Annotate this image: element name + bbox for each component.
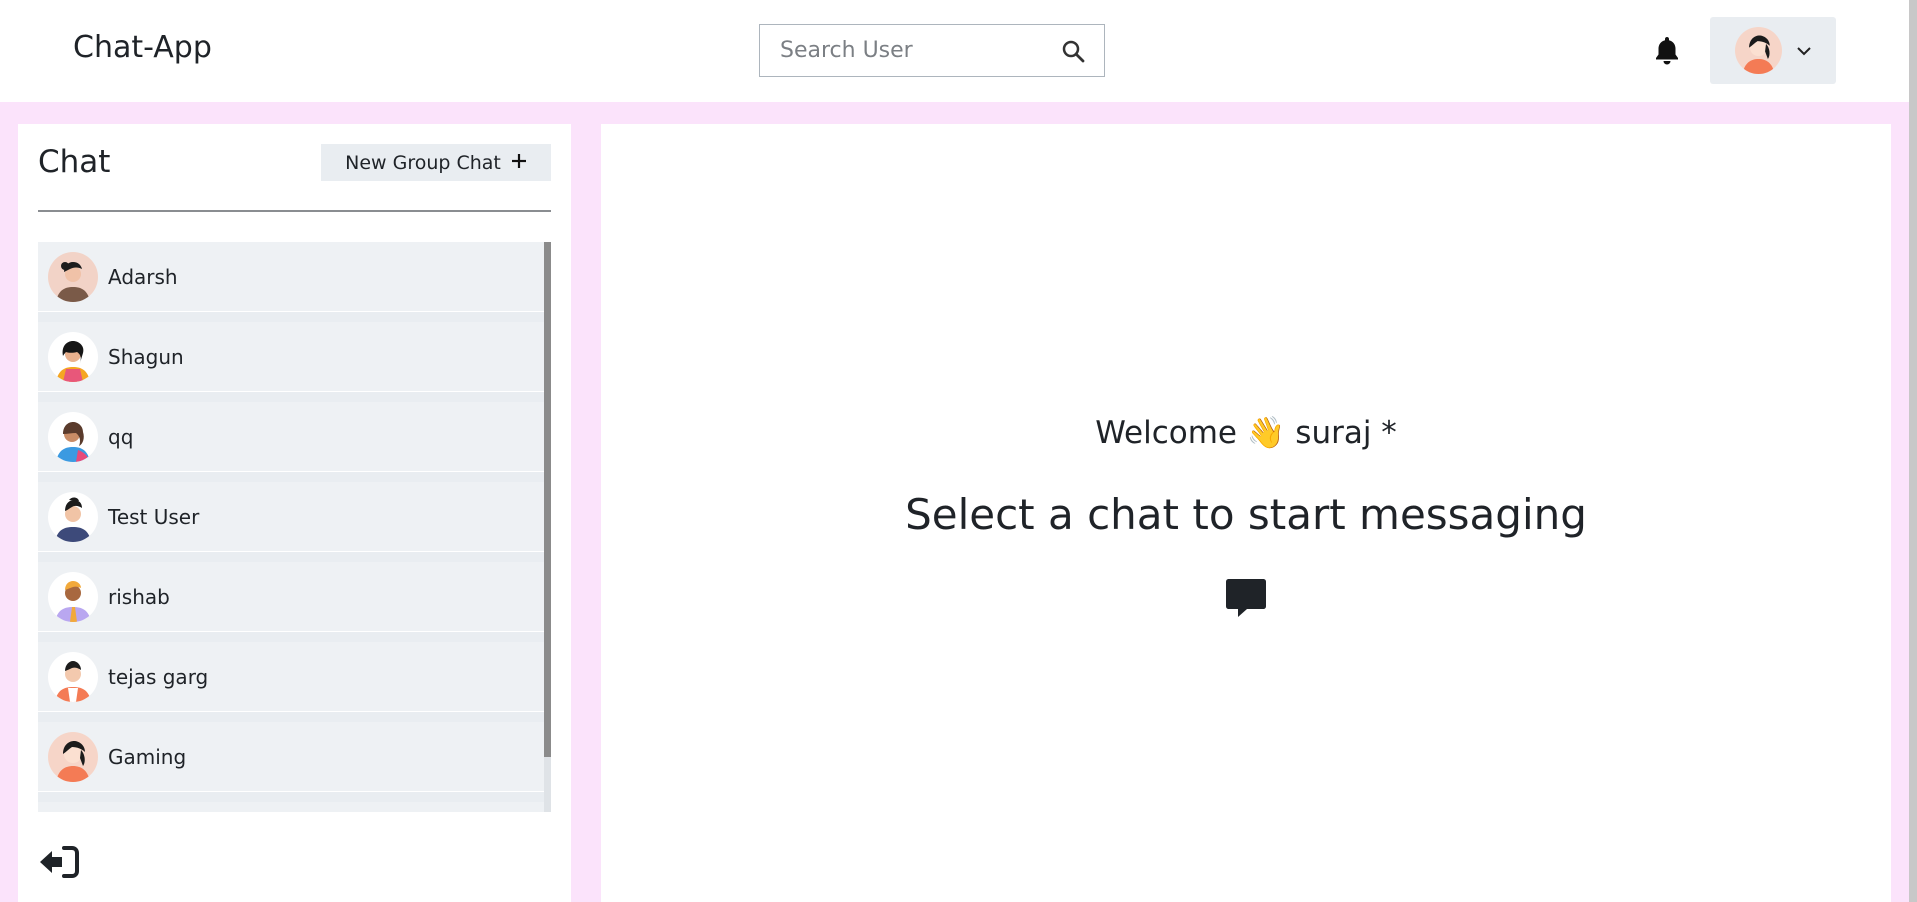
avatar xyxy=(48,491,98,542)
avatar xyxy=(48,331,98,382)
sidebar-title: Chat xyxy=(38,144,111,180)
select-chat-prompt: Select a chat to start messaging xyxy=(905,490,1587,539)
chat-sidebar: Chat New Group Chat Adarsh Shagun qq Tes… xyxy=(18,124,571,902)
chat-item-rishab[interactable]: rishab xyxy=(38,562,544,632)
avatar xyxy=(48,411,98,462)
chevron-down-icon xyxy=(1796,46,1812,56)
avatar xyxy=(48,251,98,302)
chat-item-name: Gaming xyxy=(108,744,187,769)
chat-item-name: qq xyxy=(108,424,134,449)
page-scrollbar-thumb[interactable] xyxy=(1909,0,1917,902)
plus-icon xyxy=(511,152,527,174)
new-group-chat-button[interactable]: New Group Chat xyxy=(321,144,551,181)
chat-bubble-icon xyxy=(1225,576,1267,618)
app-header: Chat-App xyxy=(0,0,1917,102)
search-icon[interactable] xyxy=(1054,39,1092,63)
search-bar[interactable] xyxy=(759,24,1105,77)
chat-item-name: tejas garg xyxy=(108,664,209,689)
chat-item-qq[interactable]: qq xyxy=(38,402,544,472)
bell-icon[interactable] xyxy=(1652,33,1682,67)
chat-item-shagun[interactable]: Shagun xyxy=(38,322,544,392)
chat-list[interactable]: Adarsh Shagun qq Test User rishab tejas … xyxy=(38,242,551,812)
chat-item-name: Shagun xyxy=(108,344,184,369)
search-input[interactable] xyxy=(760,25,1054,76)
chat-list-scrollbar-thumb[interactable] xyxy=(544,242,551,757)
avatar xyxy=(48,571,98,622)
chat-main-panel: Welcome 👋 suraj * Select a chat to start… xyxy=(601,124,1891,902)
app-title: Chat-App xyxy=(73,30,212,65)
chat-list-scrollbar[interactable] xyxy=(544,242,551,812)
chat-item-test-user[interactable]: Test User xyxy=(38,482,544,552)
chat-item-adarsh[interactable]: Adarsh xyxy=(38,242,544,312)
logout-icon[interactable] xyxy=(38,844,80,880)
avatar xyxy=(48,651,98,702)
chat-item-name: Test User xyxy=(108,504,200,529)
chat-item-name: rishab xyxy=(108,584,170,609)
chat-item-tejas-garg[interactable]: tejas garg xyxy=(38,642,544,712)
user-avatar xyxy=(1735,27,1782,74)
page-scrollbar[interactable] xyxy=(1909,0,1917,902)
sidebar-divider xyxy=(38,210,551,212)
profile-menu-button[interactable] xyxy=(1710,17,1836,84)
chat-item-name: Adarsh xyxy=(108,264,178,289)
new-group-chat-label: New Group Chat xyxy=(345,151,501,174)
avatar xyxy=(48,731,98,782)
chat-item-gaming[interactable]: Gaming xyxy=(38,722,544,792)
chat-item-partial[interactable] xyxy=(38,802,544,812)
welcome-text: Welcome 👋 suraj * xyxy=(1095,415,1397,451)
